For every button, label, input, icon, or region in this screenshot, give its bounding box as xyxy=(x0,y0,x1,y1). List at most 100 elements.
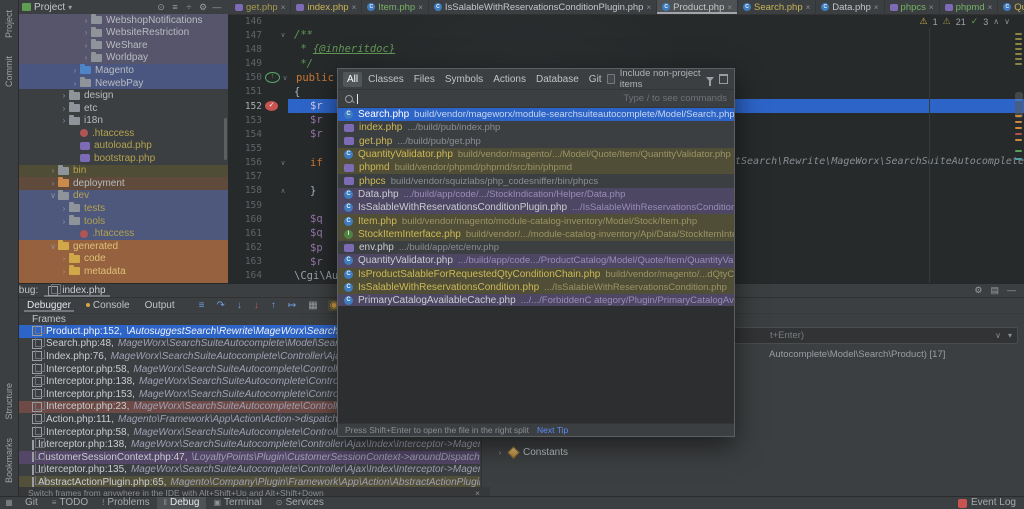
tab-close-icon[interactable] xyxy=(646,3,651,12)
debug-session-tab[interactable]: index.php xyxy=(44,283,109,297)
popup-tab[interactable]: Database xyxy=(532,72,583,87)
editor-tab[interactable]: Product.php xyxy=(657,0,739,14)
debug-header-icon[interactable]: ⚙ xyxy=(974,285,982,296)
tree-item[interactable]: › Worldpay xyxy=(18,51,228,65)
tree-item[interactable]: › i18n xyxy=(18,114,228,127)
tab-close-icon[interactable] xyxy=(929,3,934,12)
error-stripe[interactable] xyxy=(1013,14,1024,283)
tree-item[interactable]: › NewebPay xyxy=(18,76,228,90)
editor-tab[interactable]: IsSalableWithReservationsConditionPlugin… xyxy=(429,0,658,14)
fold-marker-icon[interactable]: ∨ xyxy=(278,159,288,167)
stripe-mark[interactable] xyxy=(1015,150,1022,152)
tab-close-icon[interactable] xyxy=(352,3,357,12)
editor-tab[interactable]: phpmd xyxy=(940,0,999,14)
stack-frame-row[interactable]: Interceptor.php:135, MageWorx\SearchSuit… xyxy=(18,463,480,477)
stripe-mark[interactable] xyxy=(1015,33,1022,35)
stripe-mark[interactable] xyxy=(1015,48,1022,50)
stripe-mark[interactable] xyxy=(1015,43,1022,45)
debugger-step-icon[interactable]: ↦ xyxy=(286,300,298,311)
statusbar-item[interactable]: ! Problems xyxy=(95,497,156,509)
tree-chevron-icon[interactable]: › xyxy=(48,166,58,175)
inspection-widget[interactable]: ⚠ 1 ⚠ 21 ✓ 3 ∧ ∨ xyxy=(920,16,1010,27)
project-scrollbar[interactable] xyxy=(224,118,227,160)
popup-tab[interactable]: Git xyxy=(585,72,606,87)
statusbar-item[interactable]: ▣ Terminal xyxy=(206,497,268,509)
stripe-mark[interactable] xyxy=(1015,121,1022,123)
search-result-row[interactable]: QuantityValidator.php .../build/app/code… xyxy=(338,254,734,268)
tree-chevron-icon[interactable]: › xyxy=(59,217,69,226)
tree-chevron-icon[interactable]: › xyxy=(59,116,69,125)
tab-close-icon[interactable] xyxy=(806,3,811,12)
debug-header-icon[interactable]: ▤ xyxy=(990,285,999,296)
tree-chevron-icon[interactable]: › xyxy=(59,204,69,213)
tree-chevron-icon[interactable]: ∨ xyxy=(48,191,58,200)
stripe-mark[interactable] xyxy=(1015,127,1022,129)
statusbar-item[interactable]: ≡ TODO xyxy=(45,497,95,509)
event-log-button[interactable]: Event Log xyxy=(971,497,1016,509)
editor-tab[interactable]: Data.php xyxy=(816,0,885,14)
stripe-mark[interactable] xyxy=(1015,139,1022,141)
search-input[interactable]: Type / to see commands xyxy=(338,89,734,108)
tree-chevron-icon[interactable]: › xyxy=(59,267,69,276)
constants-node[interactable]: › Constants xyxy=(496,446,568,459)
editor-tab[interactable]: QuantityValida xyxy=(998,0,1024,14)
chevron-down-icon[interactable]: ▾ xyxy=(68,3,72,12)
tree-item[interactable]: › WeShare xyxy=(18,39,228,52)
tree-chevron-icon[interactable]: › xyxy=(48,179,58,188)
open-in-window-icon[interactable] xyxy=(719,74,729,84)
search-result-row[interactable]: IsProductSalableForRequestedQtyCondition… xyxy=(338,267,734,281)
next-issue-icon[interactable]: ∨ xyxy=(1004,17,1010,26)
tree-chevron-icon[interactable]: › xyxy=(59,91,69,100)
project-toolbar-icon[interactable]: — xyxy=(210,2,224,13)
search-result-row[interactable]: env.php .../build/app/etc/env.php xyxy=(338,241,734,254)
search-result-row[interactable]: IsSalableWithReservationsCondition.php .… xyxy=(338,280,734,295)
tree-chevron-icon[interactable]: › xyxy=(81,28,91,37)
debugger-step-icon[interactable]: ↓ xyxy=(235,300,244,311)
tree-item[interactable]: › tests xyxy=(18,202,228,215)
tree-item[interactable]: › design xyxy=(18,89,228,102)
tree-chevron-icon[interactable]: › xyxy=(70,66,80,75)
search-result-row[interactable]: index.php .../build/pub/index.php xyxy=(338,121,734,134)
evaluate-field-icon[interactable]: ▾ xyxy=(1008,331,1012,340)
stripe-mark[interactable] xyxy=(1015,53,1022,55)
editor-tab[interactable]: phpcs xyxy=(885,0,940,14)
popup-tab[interactable]: Classes xyxy=(364,72,408,87)
debugger-step-icon[interactable]: ↓ xyxy=(252,300,261,311)
tree-item[interactable]: bootstrap.php xyxy=(18,152,228,165)
tab-close-icon[interactable] xyxy=(727,3,732,12)
tree-item[interactable]: › deployment xyxy=(18,177,228,190)
debug-header-icon[interactable]: — xyxy=(1007,285,1016,296)
stripe-mark[interactable] xyxy=(1015,115,1022,117)
tree-item[interactable]: ∨ generated xyxy=(18,239,228,253)
tree-chevron-icon[interactable]: › xyxy=(70,79,80,88)
editor-tab[interactable]: Item.php xyxy=(362,0,429,14)
tree-item[interactable]: › Magento xyxy=(18,64,228,77)
tree-item[interactable]: ∨ dev xyxy=(18,189,228,203)
stripe-mark[interactable] xyxy=(1015,38,1022,40)
evaluate-field-icon[interactable]: ∨ xyxy=(995,331,1001,340)
search-result-row[interactable]: phpmd build/vendor/phpmd/phpmd/src/bin/p… xyxy=(338,161,734,175)
tree-item[interactable]: autoload.php xyxy=(18,139,228,152)
project-toolbar-icon[interactable]: ≡ xyxy=(168,2,182,13)
search-result-row[interactable]: Search.php build/vendor/mageworx/module-… xyxy=(338,108,734,122)
stack-frame-row[interactable]: CustomerSessionContext.php:47, \LoyaltyP… xyxy=(18,450,480,464)
debugger-step-icon[interactable]: ▦ xyxy=(306,300,319,311)
editor-tab[interactable]: Search.php xyxy=(738,0,817,14)
editor-tab[interactable]: index.php xyxy=(291,0,363,14)
stripe-mark[interactable] xyxy=(1015,63,1022,65)
tree-chevron-icon[interactable]: › xyxy=(81,16,91,25)
tree-chevron-icon[interactable]: › xyxy=(81,41,91,50)
filter-icon[interactable] xyxy=(706,76,715,86)
debugger-step-icon[interactable]: ↑ xyxy=(269,300,278,311)
toolwindow-switcher-icon[interactable]: ▦ xyxy=(0,497,18,509)
tree-item[interactable]: › WebsiteRestriction xyxy=(18,26,228,40)
tree-item[interactable]: .htaccess xyxy=(18,227,228,240)
tree-chevron-icon[interactable]: › xyxy=(81,53,91,62)
project-toolbar-icon[interactable]: ÷ xyxy=(182,2,196,13)
stripe-mark[interactable] xyxy=(1015,133,1022,135)
tab-close-icon[interactable] xyxy=(418,3,423,12)
popup-tab[interactable]: All xyxy=(343,71,363,87)
editor-tab[interactable]: get.php xyxy=(230,0,292,14)
search-result-row[interactable]: Item.php build/vendor/magento/module-cat… xyxy=(338,214,734,228)
tree-chevron-icon[interactable]: › xyxy=(59,254,69,263)
